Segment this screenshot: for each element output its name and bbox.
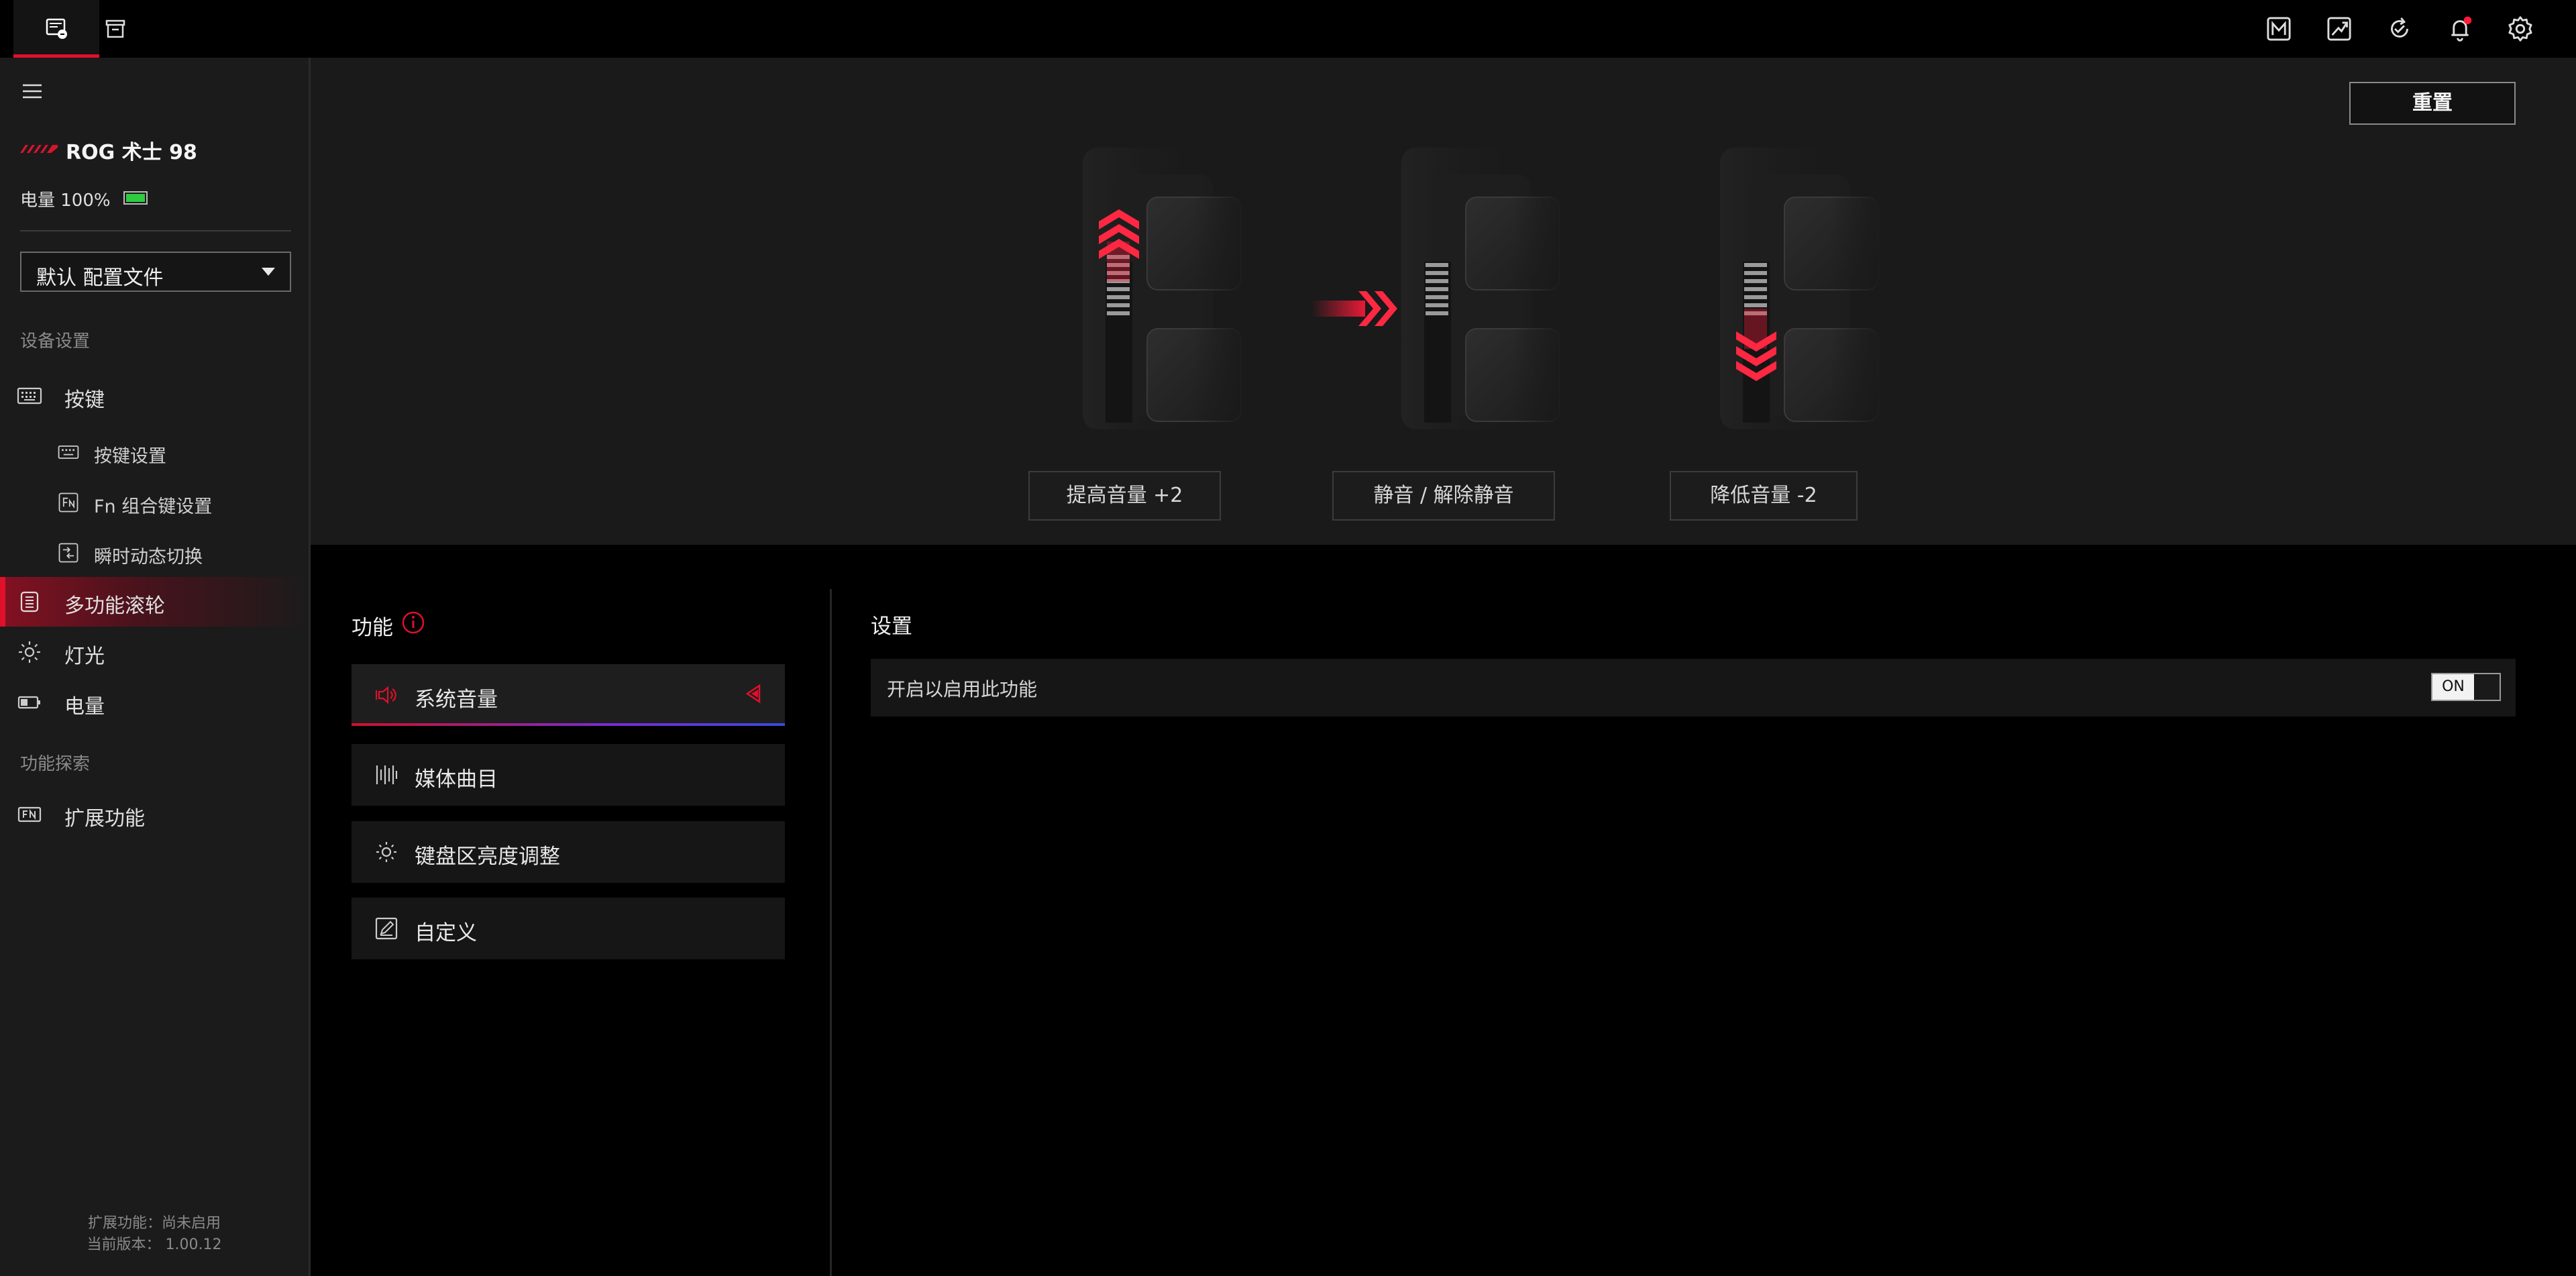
sidebar-subitem-label: 瞬时动态切换 [94, 547, 203, 568]
setting-label: 开启以启用此功能 [887, 678, 1038, 700]
chevron-down-icon [262, 268, 275, 276]
function-item-keyboard-brightness[interactable]: 键盘区亮度调整 [352, 821, 785, 883]
lighting-sun-icon [16, 639, 43, 666]
function-item-label: 系统音量 [415, 688, 498, 712]
battery-status: 电量 100% [20, 191, 111, 211]
hamburger-menu-icon[interactable] [19, 78, 46, 105]
sidebar-subitem-instant-switch[interactable]: 瞬时动态切换 [0, 529, 309, 576]
setting-row-enable: 开启以启用此功能 [871, 659, 2516, 716]
custom-edit-icon [373, 915, 400, 942]
sidebar-item-label: 灯光 [64, 645, 105, 668]
sidebar-item-keys[interactable]: 按键 [0, 371, 309, 421]
wheel-up-illustration [1072, 148, 1246, 429]
sidebar-item-power[interactable]: 电量 [0, 678, 309, 727]
reset-button[interactable]: 重置 [2349, 82, 2516, 125]
sidebar-item-extensions[interactable]: 扩展功能 [0, 790, 309, 839]
selected-indicator-arrow-icon [741, 680, 767, 707]
sidebar-subitem-key-settings[interactable]: 按键设置 [0, 428, 309, 475]
profile-selected-value: 默认 配置文件 [36, 266, 164, 290]
sidebar-item-lighting[interactable]: 灯光 [0, 627, 309, 677]
settings-gear-icon[interactable] [2505, 13, 2536, 44]
section-feature-explore: 功能探索 [20, 754, 91, 774]
function-item-system-volume[interactable]: 系统音量 [352, 664, 785, 726]
battery-level-fill [126, 194, 145, 202]
info-icon[interactable] [400, 609, 427, 636]
notification-bell-icon[interactable] [2445, 13, 2475, 44]
sidebar-divider [20, 230, 291, 231]
sidebar-subitem-label: 按键设置 [94, 446, 166, 467]
sidebar-subitem-fn-combo[interactable]: Fn 组合键设置 [0, 478, 309, 525]
content-divider [830, 589, 832, 1276]
enable-toggle[interactable]: ON [2431, 673, 2501, 701]
wheel-down-illustration [1709, 148, 1884, 429]
toggle-state-label: ON [2432, 674, 2474, 700]
function-item-custom[interactable]: 自定义 [352, 898, 785, 959]
sidebar-item-label: 电量 [64, 695, 105, 719]
fn-key-icon [56, 490, 80, 515]
speaker-volume-icon [373, 682, 400, 708]
switch-icon [56, 541, 80, 565]
action-volume-up[interactable]: 提高音量 +2 [1028, 471, 1221, 521]
scroll-wheel-icon [16, 588, 43, 615]
device-name: ROG 术士 98 [66, 141, 197, 164]
illustration-fade [1391, 148, 1565, 429]
update-icon[interactable] [2384, 13, 2415, 44]
keyboard-icon [16, 382, 43, 409]
sidebar-subitem-label: Fn 组合键设置 [94, 496, 213, 517]
action-mute-toggle[interactable]: 静音 / 解除静音 [1332, 471, 1555, 521]
rog-logo-icon [19, 140, 59, 160]
tab-hub[interactable] [72, 0, 158, 58]
version-text: 当前版本： 1.00.12 [87, 1236, 222, 1253]
function-item-media-track[interactable]: 媒体曲目 [352, 744, 785, 806]
sidebar-item-label: 多功能滚轮 [64, 594, 165, 618]
action-volume-down[interactable]: 降低音量 -2 [1670, 471, 1858, 521]
function-item-label: 媒体曲目 [415, 767, 498, 792]
fn-extension-icon [16, 801, 43, 828]
profile-dropdown[interactable]: 默认 配置文件 [20, 252, 291, 292]
battery-outline-icon [16, 689, 43, 716]
sidebar-item-label: 按键 [64, 388, 105, 412]
settings-title: 设置 [871, 615, 912, 639]
top-bar [0, 0, 2576, 58]
extension-status-text: 扩展功能：尚未启用 [87, 1215, 221, 1232]
keyboard-small-icon [56, 440, 80, 464]
function-item-label: 键盘区亮度调整 [415, 845, 560, 869]
brightness-icon [373, 839, 400, 865]
sidebar-item-multifunction-wheel[interactable]: 多功能滚轮 [0, 577, 309, 627]
macro-icon[interactable] [2263, 13, 2294, 44]
sidebar-item-label: 扩展功能 [64, 807, 145, 831]
store-icon [72, 0, 158, 58]
performance-icon[interactable] [2324, 13, 2355, 44]
function-item-label: 自定义 [415, 921, 477, 945]
function-title: 功能 [352, 616, 393, 640]
section-device-settings: 设备设置 [20, 331, 91, 352]
battery-icon [123, 191, 148, 205]
media-bars-icon [373, 761, 400, 788]
